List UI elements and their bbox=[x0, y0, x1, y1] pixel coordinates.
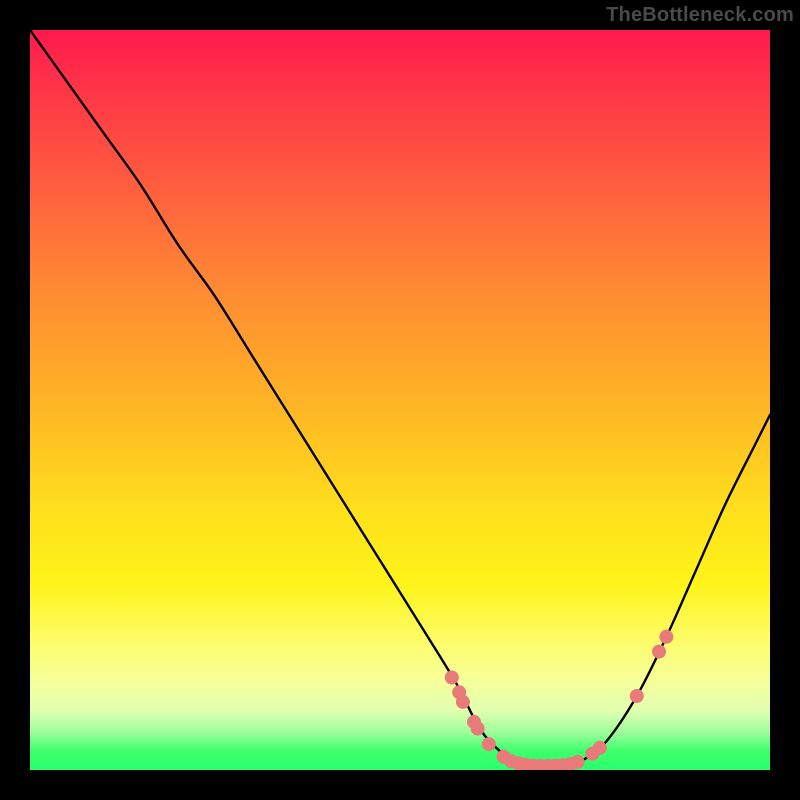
watermark-text: TheBottleneck.com bbox=[606, 4, 794, 27]
data-marker bbox=[471, 722, 485, 736]
data-marker bbox=[482, 737, 496, 751]
data-marker bbox=[571, 755, 585, 769]
data-marker bbox=[456, 695, 470, 709]
chart-plot-area bbox=[30, 30, 770, 770]
data-marker bbox=[652, 645, 666, 659]
data-marker bbox=[593, 741, 607, 755]
data-marker bbox=[630, 689, 644, 703]
marker-group bbox=[445, 630, 674, 770]
bottleneck-curve-svg bbox=[30, 30, 770, 770]
data-marker bbox=[659, 630, 673, 644]
data-marker bbox=[445, 671, 459, 685]
